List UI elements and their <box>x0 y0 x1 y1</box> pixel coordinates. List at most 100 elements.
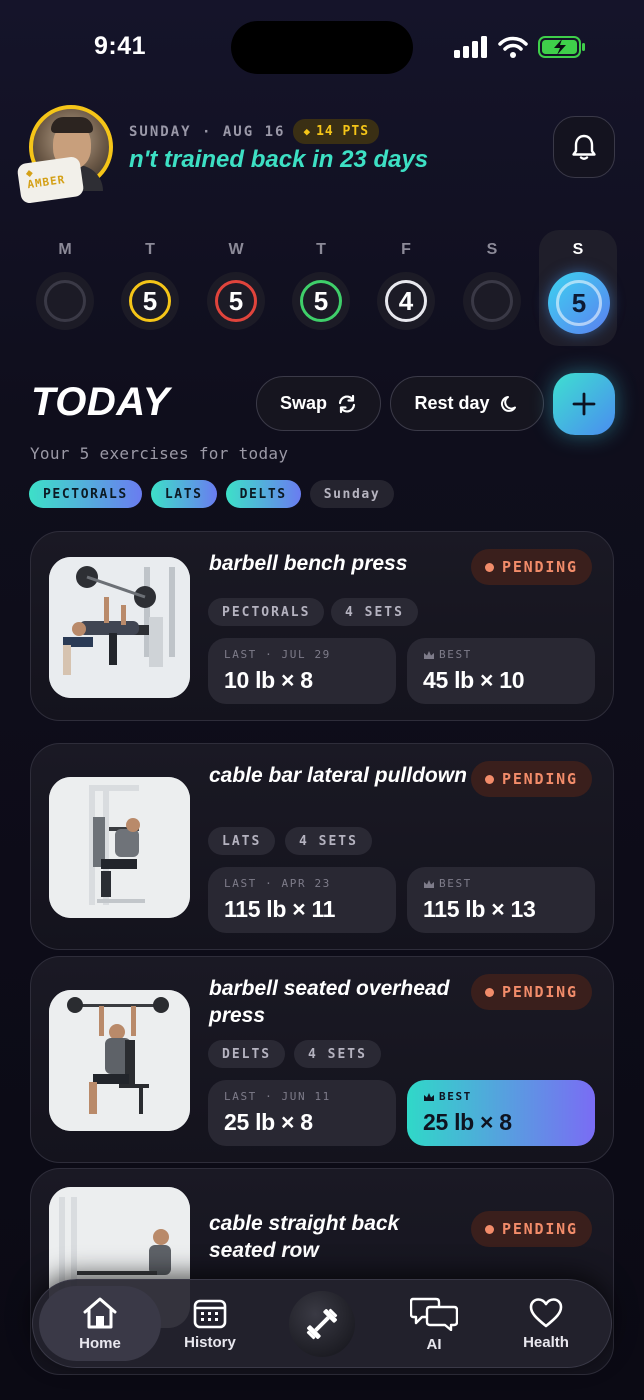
swap-icon <box>338 394 356 413</box>
today-subtitle: Your 5 exercises for today <box>30 444 289 463</box>
day-wednesday[interactable]: W 5 <box>201 230 271 346</box>
diamond-icon: ◆ <box>303 125 312 138</box>
day-letter: F <box>401 241 411 258</box>
plus-icon <box>572 392 596 416</box>
day-ring: 5 <box>300 280 342 322</box>
status-label: PENDING <box>502 1220 578 1238</box>
exercise-image <box>49 557 190 698</box>
tab-history[interactable]: History <box>149 1286 271 1361</box>
exercise-card[interactable]: barbell seated overhead press PENDING DE… <box>30 956 614 1163</box>
tag-lats[interactable]: LATS <box>150 480 217 508</box>
status-badge: PENDING <box>471 1211 592 1247</box>
calendar-icon <box>193 1299 227 1328</box>
exercise-name: cable straight back seated row <box>209 1212 400 1262</box>
tag-day[interactable]: Sunday <box>309 480 395 508</box>
last-stat: LAST · JUL 29 10 lb × 8 <box>208 638 396 704</box>
wifi-icon <box>498 36 528 58</box>
week-strip: M T 5 W 5 T 5 F 4 S S 5 <box>22 230 622 348</box>
best-stat-value: 115 lb × 13 <box>423 896 536 922</box>
tab-health-label: Health <box>523 1333 569 1351</box>
add-exercise-button[interactable] <box>553 373 615 435</box>
bell-icon <box>572 134 596 160</box>
day-ring: 4 <box>385 280 427 322</box>
overhead-press-illustration <box>49 990 190 1131</box>
status-dot <box>485 987 494 997</box>
muscle-chip: LATS <box>208 827 276 855</box>
exercise-name: barbell seated overhead press <box>209 977 450 1027</box>
page-title: TODAY <box>31 380 170 424</box>
day-thursday[interactable]: T 5 <box>286 230 356 346</box>
status-label: PENDING <box>502 558 578 576</box>
cellular-signal-icon <box>454 36 487 58</box>
muscle-chip: PECTORALS <box>208 598 325 626</box>
date-label: SUNDAY · AUG 16 <box>129 123 286 140</box>
exercise-name: cable bar lateral pulldown <box>209 764 467 787</box>
day-letter: T <box>145 241 155 258</box>
muscle-tags: PECTORALS LATS DELTS Sunday <box>29 480 395 508</box>
tab-history-label: History <box>184 1333 236 1351</box>
day-saturday[interactable]: S <box>457 230 527 346</box>
status-badge: PENDING <box>471 974 592 1010</box>
tag-delts[interactable]: DELTS <box>225 480 301 508</box>
bench-press-illustration <box>49 557 190 698</box>
tab-ai-label: AI <box>426 1335 442 1353</box>
status-badge: PENDING <box>471 549 592 585</box>
day-friday[interactable]: F 4 <box>371 230 441 346</box>
tab-home[interactable]: Home <box>39 1286 161 1361</box>
day-letter: T <box>316 241 326 258</box>
day-sunday[interactable]: S 5 <box>539 230 617 346</box>
best-stat: BEST 25 lb × 8 <box>407 1080 595 1146</box>
exercise-card[interactable]: cable bar lateral pulldown PENDING LATS … <box>30 743 614 950</box>
day-letter: S <box>486 241 498 258</box>
day-letter: W <box>228 241 244 258</box>
tag-pectorals[interactable]: PECTORALS <box>29 480 142 508</box>
exercise-card[interactable]: barbell bench press PENDING PECTORALS 4 … <box>30 531 614 721</box>
notifications-button[interactable] <box>553 116 615 178</box>
last-stat: LAST · JUN 11 25 lb × 8 <box>208 1080 396 1146</box>
exercise-image <box>49 777 190 918</box>
dynamic-island <box>231 21 413 74</box>
rest-day-button-label: Rest day <box>414 393 490 413</box>
last-stat: LAST · APR 23 115 lb × 11 <box>208 867 396 933</box>
home-icon <box>83 1297 117 1328</box>
status-icons <box>454 36 586 58</box>
sets-chip: 4 SETS <box>294 1040 381 1068</box>
best-stat-value: 45 lb × 10 <box>423 667 525 693</box>
streak-message: n't trained back in 23 days <box>129 146 429 173</box>
points-badge: ◆ 14 PTS <box>293 119 380 144</box>
moon-icon <box>500 395 516 412</box>
date-line: SUNDAY · AUG 16 ◆ 14 PTS <box>129 119 380 144</box>
best-stat-label: BEST <box>439 648 472 661</box>
status-badge: PENDING <box>471 761 592 797</box>
status-dot <box>485 562 494 572</box>
day-tuesday[interactable]: T 5 <box>115 230 185 346</box>
crown-icon <box>424 879 434 888</box>
status-label: PENDING <box>502 770 578 788</box>
day-ring: 5 <box>556 280 602 326</box>
exercise-name: barbell bench press <box>209 552 408 575</box>
tab-health[interactable]: Health <box>485 1286 607 1361</box>
tab-ai[interactable]: AI <box>373 1286 495 1361</box>
best-stat: BEST 115 lb × 13 <box>407 867 595 933</box>
status-label: PENDING <box>502 983 578 1001</box>
rank-badge: ◆ AMBER <box>16 155 85 205</box>
status-time: 9:41 <box>94 32 147 60</box>
best-stat-value: 25 lb × 8 <box>423 1109 512 1135</box>
day-letter: S <box>572 241 584 258</box>
battery-charging-icon <box>538 36 585 58</box>
status-dot <box>485 1224 494 1234</box>
heart-icon <box>529 1297 563 1327</box>
swap-button[interactable]: Swap <box>256 376 381 431</box>
swap-button-label: Swap <box>279 393 327 413</box>
start-workout-button[interactable] <box>289 1291 355 1357</box>
last-stat-label: LAST · APR 23 <box>224 877 331 890</box>
last-stat-value: 10 lb × 8 <box>224 667 313 693</box>
day-ring: 5 <box>215 280 257 322</box>
day-monday[interactable]: M <box>30 230 100 346</box>
lat-pulldown-illustration <box>49 777 190 918</box>
tab-home-label: Home <box>79 1334 121 1352</box>
rest-day-button[interactable]: Rest day <box>390 376 544 431</box>
best-stat-label: BEST <box>439 877 472 890</box>
last-stat-label: LAST · JUL 29 <box>224 648 331 661</box>
chat-bubbles-icon <box>410 1297 458 1331</box>
